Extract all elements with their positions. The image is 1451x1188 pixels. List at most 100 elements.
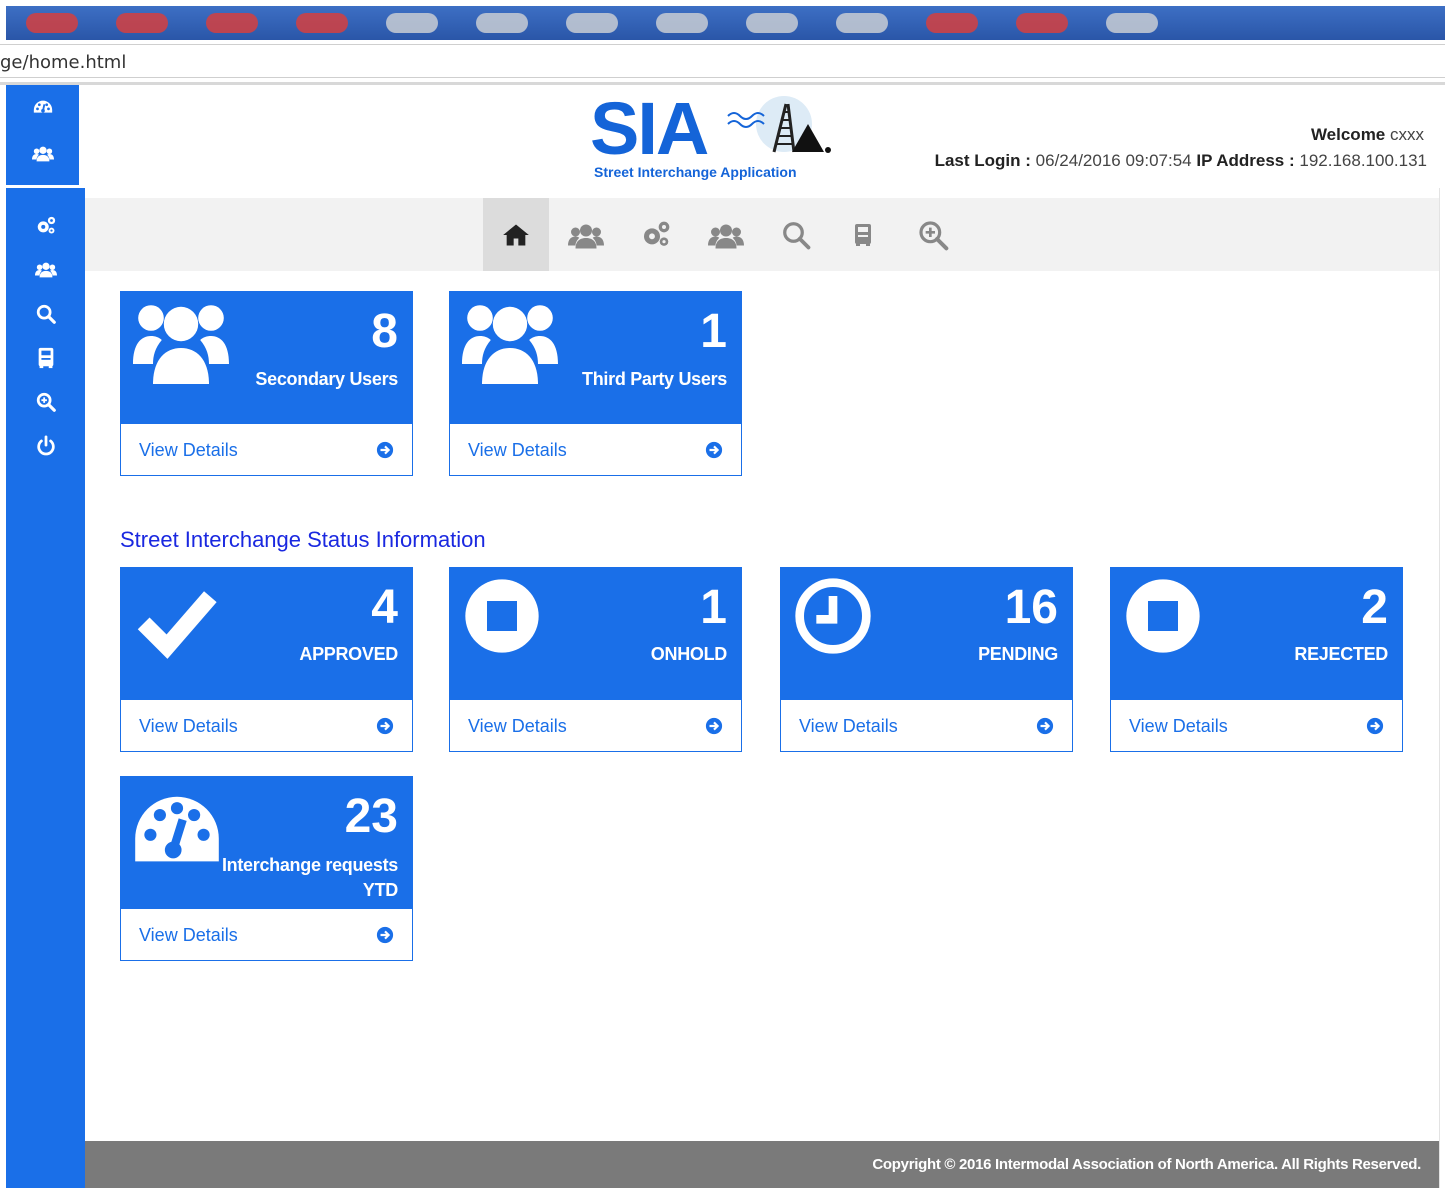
last-login-value: 06/24/2016 09:07:54 <box>1035 151 1192 170</box>
search-icon <box>36 304 56 324</box>
view-details-label: View Details <box>799 715 898 736</box>
browser-tab[interactable] <box>206 13 258 33</box>
view-details-label: View Details <box>468 439 567 460</box>
tile-label: PENDING <box>978 644 1058 664</box>
railroad-logo-icon <box>727 96 831 153</box>
zoom-in-icon <box>36 392 56 412</box>
browser-tab[interactable] <box>656 13 708 33</box>
view-details-link[interactable]: View Details <box>781 700 1072 752</box>
sidebar-item-groups[interactable] <box>6 248 85 292</box>
welcome-line: Welcome cxxx <box>1311 125 1424 145</box>
sidebar-item-dashboard[interactable] <box>6 85 79 131</box>
view-details-link[interactable]: View Details <box>1111 700 1402 752</box>
nav-groups[interactable] <box>693 198 759 271</box>
ip-address-label: IP Address : <box>1196 151 1295 170</box>
pending-tile: 16 PENDING View Details <box>780 567 1073 752</box>
view-details-link[interactable]: View Details <box>121 700 412 752</box>
search-icon <box>783 221 811 249</box>
tile-label: REJECTED <box>1294 644 1388 664</box>
sidebar <box>6 188 85 1188</box>
view-details-link[interactable]: View Details <box>121 909 412 961</box>
tile-count: 4 <box>371 581 398 634</box>
scroll-edge <box>1439 188 1445 1188</box>
arrow-circle-right-icon <box>376 926 394 944</box>
tile-header: 2 REJECTED <box>1111 568 1402 700</box>
nav-home[interactable] <box>483 198 549 271</box>
tile-header: 4 APPROVED <box>121 568 412 700</box>
address-bar[interactable]: ge/home.html <box>0 44 1445 78</box>
arrow-circle-right-icon <box>1366 717 1384 735</box>
secondary-users-tile: 8 Secondary Users View Details <box>120 291 413 476</box>
tile-count: 1 <box>700 581 727 634</box>
browser-tab[interactable] <box>746 13 798 33</box>
nav-truck[interactable] <box>830 198 896 271</box>
users-icon <box>31 146 54 162</box>
ip-address-value: 192.168.100.131 <box>1299 151 1427 170</box>
truck-icon <box>855 223 871 246</box>
arrow-circle-right-icon <box>705 717 723 735</box>
browser-tab[interactable] <box>926 13 978 33</box>
arrow-circle-right-icon <box>376 441 394 459</box>
logo-subtitle: Street Interchange Application <box>594 164 797 180</box>
tile-label: Third Party Users <box>582 369 727 389</box>
tile-label-line1: Interchange requests <box>221 855 398 875</box>
browser-tab[interactable] <box>476 13 528 33</box>
view-details-link[interactable]: View Details <box>121 424 412 476</box>
tile-header: 16 PENDING <box>781 568 1072 700</box>
tile-header: 1 ONHOLD <box>450 568 741 700</box>
logo[interactable]: SIA Street Interchange Application <box>590 92 840 187</box>
tile-count: 2 <box>1361 581 1388 634</box>
view-details-label: View Details <box>1129 715 1228 736</box>
users-icon <box>133 305 229 384</box>
browser-tab[interactable] <box>386 13 438 33</box>
tile-header: 23 Interchange requests YTD <box>121 777 412 909</box>
browser-tab[interactable] <box>296 13 348 33</box>
sidebar-item-logout[interactable] <box>6 424 85 468</box>
power-icon <box>36 435 55 456</box>
section-title: Street Interchange Status Information <box>120 527 486 552</box>
approved-tile: 4 APPROVED View Details <box>120 567 413 752</box>
arrow-circle-right-icon <box>1036 717 1054 735</box>
sidebar-item-zoom[interactable] <box>6 380 85 424</box>
sidebar-item-search[interactable] <box>6 292 85 336</box>
sidebar-item-truck[interactable] <box>6 336 85 380</box>
last-login-line: Last Login : 06/24/2016 09:07:54 IP Addr… <box>935 151 1427 171</box>
top-nav <box>85 198 1439 271</box>
tile-count: 1 <box>700 305 727 358</box>
dashboard-icon <box>33 100 52 113</box>
clock-icon <box>795 578 871 654</box>
tile-count: 8 <box>371 305 398 358</box>
tile-label: APPROVED <box>299 644 398 664</box>
third-party-users-tile: 1 Third Party Users View Details <box>449 291 742 476</box>
nav-zoom[interactable] <box>900 198 966 271</box>
nav-settings[interactable] <box>623 198 689 271</box>
view-details-label: View Details <box>139 715 238 736</box>
nav-users[interactable] <box>553 198 619 271</box>
welcome-label: Welcome <box>1310 125 1386 144</box>
sidebar-item-settings[interactable] <box>6 204 85 248</box>
address-text: ge/home.html <box>0 52 127 73</box>
last-login-label: Last Login : <box>934 151 1031 170</box>
view-details-label: View Details <box>468 715 567 736</box>
users-icon <box>462 305 558 384</box>
stop-circle-icon <box>1126 579 1200 653</box>
view-details-link[interactable]: View Details <box>450 700 741 752</box>
gears-icon <box>37 216 55 234</box>
browser-tab[interactable] <box>116 13 168 33</box>
view-details-link[interactable]: View Details <box>450 424 741 476</box>
browser-tab[interactable] <box>1016 13 1068 33</box>
sidebar-item-users[interactable] <box>6 131 79 177</box>
browser-tab[interactable] <box>566 13 618 33</box>
tile-label: ONHOLD <box>650 644 728 664</box>
browser-tab[interactable] <box>836 13 888 33</box>
browser-tab[interactable] <box>1106 13 1158 33</box>
group-icon <box>708 224 744 248</box>
zoom-in-icon <box>919 220 949 250</box>
truck-icon <box>38 347 53 369</box>
browser-tab-strip <box>6 6 1445 40</box>
tile-header: 1 Third Party Users <box>450 292 741 424</box>
gears-icon <box>644 221 670 246</box>
nav-search[interactable] <box>763 198 829 271</box>
browser-tab[interactable] <box>26 13 78 33</box>
home-icon <box>503 224 529 245</box>
